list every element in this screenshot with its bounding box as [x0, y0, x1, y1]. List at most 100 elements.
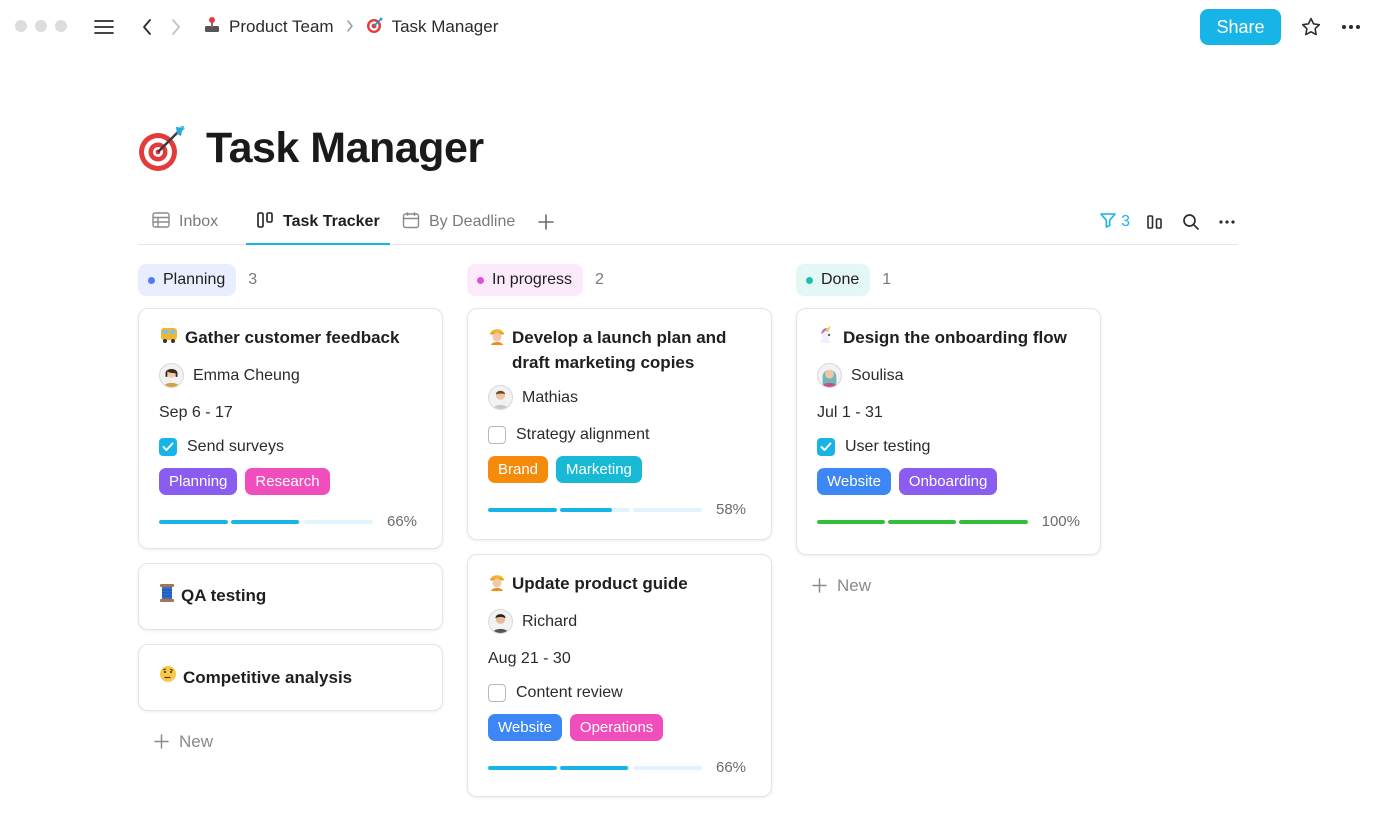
card-title: Competitive analysis: [159, 665, 352, 691]
tag-marketing[interactable]: Marketing: [556, 456, 642, 483]
chevron-right-icon: [346, 19, 354, 35]
tag-website[interactable]: Website: [817, 468, 891, 495]
progress-bar: 100%: [817, 513, 1080, 530]
tag-website[interactable]: Website: [488, 714, 562, 741]
assignee[interactable]: Mathias: [488, 385, 751, 410]
card-title-text: Develop a launch plan and draft marketin…: [512, 328, 727, 372]
assignee[interactable]: Richard: [488, 609, 751, 634]
assignee[interactable]: Emma Cheung: [159, 363, 422, 388]
checkbox-checked[interactable]: [159, 438, 177, 456]
new-card-label: New: [179, 732, 214, 751]
back-arrow-icon[interactable]: [136, 15, 158, 39]
progress-segment: [488, 507, 558, 512]
subtask-label: User testing: [845, 438, 931, 455]
tag-list: Website Operations: [488, 714, 751, 741]
star-icon[interactable]: [1298, 14, 1324, 40]
column-header: In progress 2: [467, 264, 772, 296]
tag-list: Planning Research: [159, 468, 422, 495]
progress-fill: [488, 507, 558, 512]
tab-task-tracker[interactable]: Task Tracker: [246, 200, 390, 245]
column-done: Done 1 Design the onboarding flow Soulis…: [796, 264, 1101, 599]
tab-inbox[interactable]: Inbox: [152, 200, 218, 244]
assignee-name: Mathias: [522, 388, 579, 406]
progress-segment: [959, 519, 1028, 524]
checkbox-checked[interactable]: [817, 438, 835, 456]
card-title-text: QA testing: [181, 585, 267, 605]
search-icon[interactable]: [1180, 211, 1202, 233]
tag-brand[interactable]: Brand: [488, 456, 549, 483]
status-label: Done: [821, 271, 860, 288]
subtask[interactable]: Strategy alignment: [488, 426, 751, 444]
breadcrumb-task-manager[interactable]: Task Manager: [366, 16, 498, 39]
task-card[interactable]: Update product guide Richard Aug 21 - 30…: [467, 554, 772, 797]
status-label: In progress: [492, 271, 573, 288]
column-count: 3: [248, 271, 258, 288]
tag-planning[interactable]: Planning: [159, 468, 238, 495]
avatar: [817, 363, 842, 388]
progress-segment: [888, 519, 957, 524]
thinking-face-icon: [159, 665, 177, 691]
subtask-label: Content review: [516, 684, 623, 701]
forward-arrow-icon[interactable]: [165, 15, 187, 39]
window-controls[interactable]: [15, 20, 67, 32]
date-range: Sep 6 - 17: [159, 404, 233, 421]
subtask[interactable]: Content review: [488, 684, 751, 702]
view-toolbar: 3: [1099, 200, 1238, 244]
column-planning: Planning 3 Gather customer feedback Emma…: [138, 264, 443, 755]
task-card[interactable]: Design the onboarding flow Soulisa Jul 1…: [796, 308, 1101, 555]
column-count: 1: [882, 271, 892, 288]
tag-research[interactable]: Research: [245, 468, 330, 495]
progress-segment: [159, 519, 229, 524]
plus-icon: [154, 729, 169, 755]
assignee-name: Emma Cheung: [193, 366, 300, 384]
tab-by-deadline[interactable]: By Deadline: [402, 200, 515, 244]
new-card-button[interactable]: New: [812, 573, 1101, 599]
close-window-dot[interactable]: [15, 20, 27, 32]
column-header: Planning 3: [138, 264, 443, 296]
construction-worker-icon: [488, 325, 506, 375]
status-pill-planning[interactable]: Planning: [138, 264, 237, 296]
subtask-label: Strategy alignment: [516, 426, 650, 443]
filter-count: 3: [1121, 213, 1130, 230]
hamburger-menu-icon[interactable]: [92, 16, 116, 38]
task-card[interactable]: Gather customer feedback Emma Cheung Sep…: [138, 308, 443, 549]
progress-fill: [888, 519, 957, 524]
task-card[interactable]: Develop a launch plan and draft marketin…: [467, 308, 772, 540]
assignee[interactable]: Soulisa: [817, 363, 1080, 388]
breadcrumb-product-team[interactable]: Product Team: [203, 16, 334, 39]
subtask-label: Send surveys: [187, 438, 284, 455]
top-bar: Product Team Task Manager Share: [0, 0, 1377, 54]
filter-button[interactable]: 3: [1099, 211, 1130, 234]
task-card[interactable]: Competitive analysis: [138, 644, 443, 711]
more-options-icon[interactable]: [1216, 211, 1238, 233]
date-range: Jul 1 - 31: [817, 404, 883, 421]
subtask[interactable]: User testing: [817, 438, 1080, 456]
plus-icon: [812, 573, 827, 599]
tag-onboarding[interactable]: Onboarding: [898, 468, 998, 495]
progress-fill: [560, 507, 612, 512]
add-view-icon[interactable]: [538, 200, 554, 244]
filter-icon: [1099, 211, 1117, 234]
progress-segment: [303, 519, 373, 524]
tag-operations[interactable]: Operations: [569, 714, 664, 741]
progress-segment: [817, 519, 886, 524]
maximize-window-dot[interactable]: [55, 20, 67, 32]
minimize-window-dot[interactable]: [35, 20, 47, 32]
status-pill-done[interactable]: Done: [796, 264, 871, 296]
progress-fill: [560, 765, 629, 770]
card-title-text: Design the onboarding flow: [843, 328, 1067, 347]
new-card-button[interactable]: New: [154, 729, 443, 755]
progress-percent: 66%: [716, 759, 747, 776]
status-pill-in-progress[interactable]: In progress: [467, 264, 584, 296]
task-card[interactable]: QA testing: [138, 563, 443, 630]
layout-columns-icon[interactable]: [1144, 211, 1166, 233]
checkbox-unchecked[interactable]: [488, 684, 506, 702]
dart-target-icon[interactable]: [136, 122, 188, 174]
status-dot: [477, 276, 484, 284]
more-options-icon[interactable]: [1338, 14, 1364, 40]
subtask[interactable]: Send surveys: [159, 438, 422, 456]
share-button[interactable]: Share: [1200, 9, 1281, 45]
checkbox-unchecked[interactable]: [488, 426, 506, 444]
tag-list: Brand Marketing: [488, 456, 751, 483]
board-icon: [256, 211, 274, 234]
